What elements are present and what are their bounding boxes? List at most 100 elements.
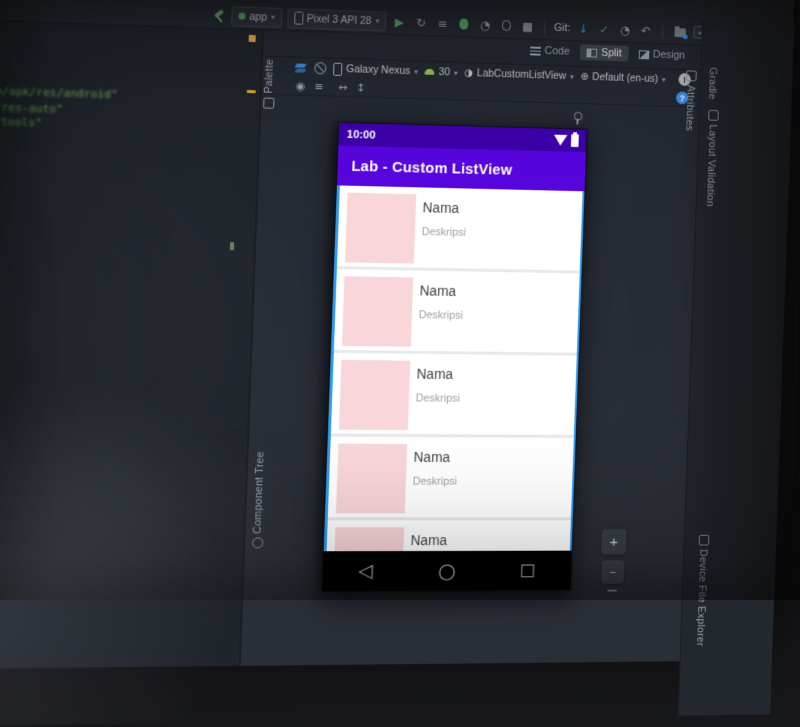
list-item[interactable]: Nama Deskripsi bbox=[328, 437, 574, 521]
orientation-horizontal-icon[interactable]: ↔ bbox=[338, 81, 348, 94]
wifi-icon bbox=[554, 135, 568, 146]
sidebar-tab-layout-validation[interactable]: Layout Validation bbox=[699, 110, 725, 207]
palette-icon bbox=[263, 97, 274, 108]
list-item[interactable]: Nama Deskripsi bbox=[334, 269, 580, 356]
preview-device-dropdown[interactable]: Galaxy Nexus ▾ bbox=[333, 62, 418, 78]
target-device-dropdown[interactable]: Pixel 3 API 28 ▾ bbox=[287, 8, 387, 31]
orientation-vertical-icon[interactable]: ↕ bbox=[356, 81, 366, 94]
zoom-out-button[interactable]: − bbox=[601, 560, 625, 584]
device-file-explorer-label: Device File Explorer bbox=[694, 549, 709, 646]
item-title: Nama bbox=[419, 283, 579, 301]
android-studio-window: app ▾ Pixel 3 API 28 ▾ ▶ ↻ ≡ ◔ ■ Git: ↓ … bbox=[0, 0, 796, 669]
item-title: Nama bbox=[422, 199, 582, 218]
recents-icon: □ bbox=[519, 561, 535, 581]
tab-code[interactable]: Code bbox=[523, 42, 577, 59]
item-image-placeholder bbox=[336, 444, 407, 514]
chevron-down-icon: ▾ bbox=[414, 67, 418, 76]
git-rollback-button[interactable]: ↶ bbox=[638, 22, 655, 39]
component-tree-icon bbox=[252, 538, 263, 549]
sidebar-tab-palette[interactable]: Palette bbox=[262, 58, 276, 108]
tab-design-label: Design bbox=[653, 49, 686, 62]
editor-mode-tabs: Code Split Design bbox=[523, 42, 692, 63]
status-icons bbox=[554, 134, 579, 147]
git-label: Git: bbox=[554, 21, 571, 33]
code-line: oid.com/tools" bbox=[0, 114, 42, 130]
preview-device-label: Galaxy Nexus bbox=[346, 63, 411, 77]
api-version-dropdown[interactable]: 30 ▾ bbox=[425, 66, 458, 79]
android-icon bbox=[425, 69, 435, 75]
folder-icon bbox=[674, 28, 686, 37]
item-text: Nama Deskripsi bbox=[416, 354, 577, 406]
device-icon bbox=[333, 62, 342, 75]
tab-split-label: Split bbox=[601, 47, 622, 59]
sidebar-tab-device-file-explorer[interactable]: Device File Explorer bbox=[683, 535, 721, 647]
blueprint-list-icon[interactable]: ≡ bbox=[314, 80, 324, 93]
theme-icon: ◑ bbox=[464, 67, 473, 78]
run-button[interactable]: ▶ bbox=[391, 13, 408, 30]
split-icon bbox=[587, 48, 598, 57]
locale-label: Default (en-us) bbox=[592, 71, 658, 85]
theme-label: LabCustomListView bbox=[477, 67, 567, 82]
listview[interactable]: Nama Deskripsi Nama Deskripsi Nama Deskr… bbox=[324, 185, 585, 551]
locale-dropdown[interactable]: ⊕ Default (en-us) ▾ bbox=[580, 71, 666, 85]
app-module-icon bbox=[238, 12, 245, 19]
design-icon bbox=[638, 50, 649, 59]
tab-split[interactable]: Split bbox=[580, 44, 628, 61]
layout-validation-label: Layout Validation bbox=[704, 124, 718, 207]
zoom-fit-button[interactable] bbox=[607, 590, 617, 592]
design-surface-icon[interactable] bbox=[294, 62, 307, 73]
view-options-eye-icon[interactable]: ◉ bbox=[296, 79, 306, 92]
debug-button[interactable] bbox=[455, 15, 472, 32]
attributes-icon bbox=[686, 70, 697, 81]
stop-button[interactable]: ■ bbox=[519, 18, 536, 35]
locale-globe-icon: ⊕ bbox=[580, 71, 588, 82]
attributes-label: Attributes bbox=[683, 85, 696, 131]
sidebar-tab-component-tree[interactable]: Component Tree bbox=[245, 451, 273, 549]
device-file-explorer-icon bbox=[698, 535, 709, 546]
list-item[interactable]: Nama Deskripsi bbox=[325, 520, 571, 551]
zoom-in-button[interactable]: + bbox=[601, 529, 627, 554]
code-icon bbox=[530, 46, 541, 55]
item-title: Nama bbox=[416, 366, 576, 383]
git-commit-button[interactable]: ✓ bbox=[596, 20, 613, 37]
chevron-down-icon: ▾ bbox=[271, 13, 275, 22]
zoom-controls: + − bbox=[600, 529, 627, 592]
photo-light-reflection bbox=[0, 275, 253, 726]
code-line: roid.com/apk/res/android" bbox=[0, 83, 118, 101]
scrollbar-warning-marker[interactable] bbox=[249, 35, 256, 42]
sidebar-tab-gradle[interactable]: Gradle bbox=[706, 67, 718, 100]
item-description: Deskripsi bbox=[416, 392, 576, 405]
attach-debugger-icon[interactable] bbox=[498, 17, 515, 34]
item-image-placeholder bbox=[339, 360, 410, 430]
sidebar-tab-attributes[interactable]: Attributes bbox=[683, 70, 696, 131]
list-item[interactable]: Nama Deskripsi bbox=[337, 185, 583, 273]
bug-outline-icon bbox=[502, 20, 511, 31]
build-hammer-icon[interactable] bbox=[212, 8, 227, 23]
status-time: 10:00 bbox=[346, 128, 375, 141]
run-configuration-dropdown[interactable]: app ▾ bbox=[231, 6, 282, 28]
scrollbar-change-marker[interactable] bbox=[230, 242, 234, 250]
project-structure-button[interactable] bbox=[672, 23, 689, 40]
run-coverage-icon[interactable]: ≡ bbox=[434, 15, 451, 32]
app-bar[interactable]: Lab - Custom ListView bbox=[337, 146, 586, 192]
api-version-label: 30 bbox=[438, 66, 450, 78]
home-icon: ○ bbox=[438, 559, 457, 583]
theme-dropdown[interactable]: ◑ LabCustomListView ▾ bbox=[464, 67, 574, 82]
battery-icon bbox=[571, 134, 579, 147]
preview-pin-icon bbox=[574, 112, 583, 121]
phone-preview[interactable]: 10:00 Lab - Custom ListView Nama Deskrip… bbox=[321, 122, 588, 593]
ui-mode-icon[interactable] bbox=[314, 62, 326, 74]
toolbar-separator bbox=[662, 24, 663, 39]
apply-changes-icon[interactable]: ↻ bbox=[412, 14, 429, 31]
git-history-button[interactable]: ◔ bbox=[617, 21, 634, 38]
profiler-icon[interactable]: ◔ bbox=[477, 16, 494, 33]
toolbar-separator bbox=[544, 20, 545, 35]
component-tree-label: Component Tree bbox=[252, 451, 267, 534]
code-line: com/apk/res-auto" bbox=[0, 99, 63, 116]
item-title: Nama bbox=[410, 532, 570, 548]
scrollbar-warning-marker[interactable] bbox=[247, 90, 256, 93]
tab-design[interactable]: Design bbox=[632, 46, 692, 64]
list-item[interactable]: Nama Deskripsi bbox=[331, 353, 577, 438]
xml-editor[interactable]: > roid.com/apk/res/android" com/apk/res-… bbox=[0, 19, 264, 669]
git-update-button[interactable]: ↓ bbox=[575, 20, 592, 37]
